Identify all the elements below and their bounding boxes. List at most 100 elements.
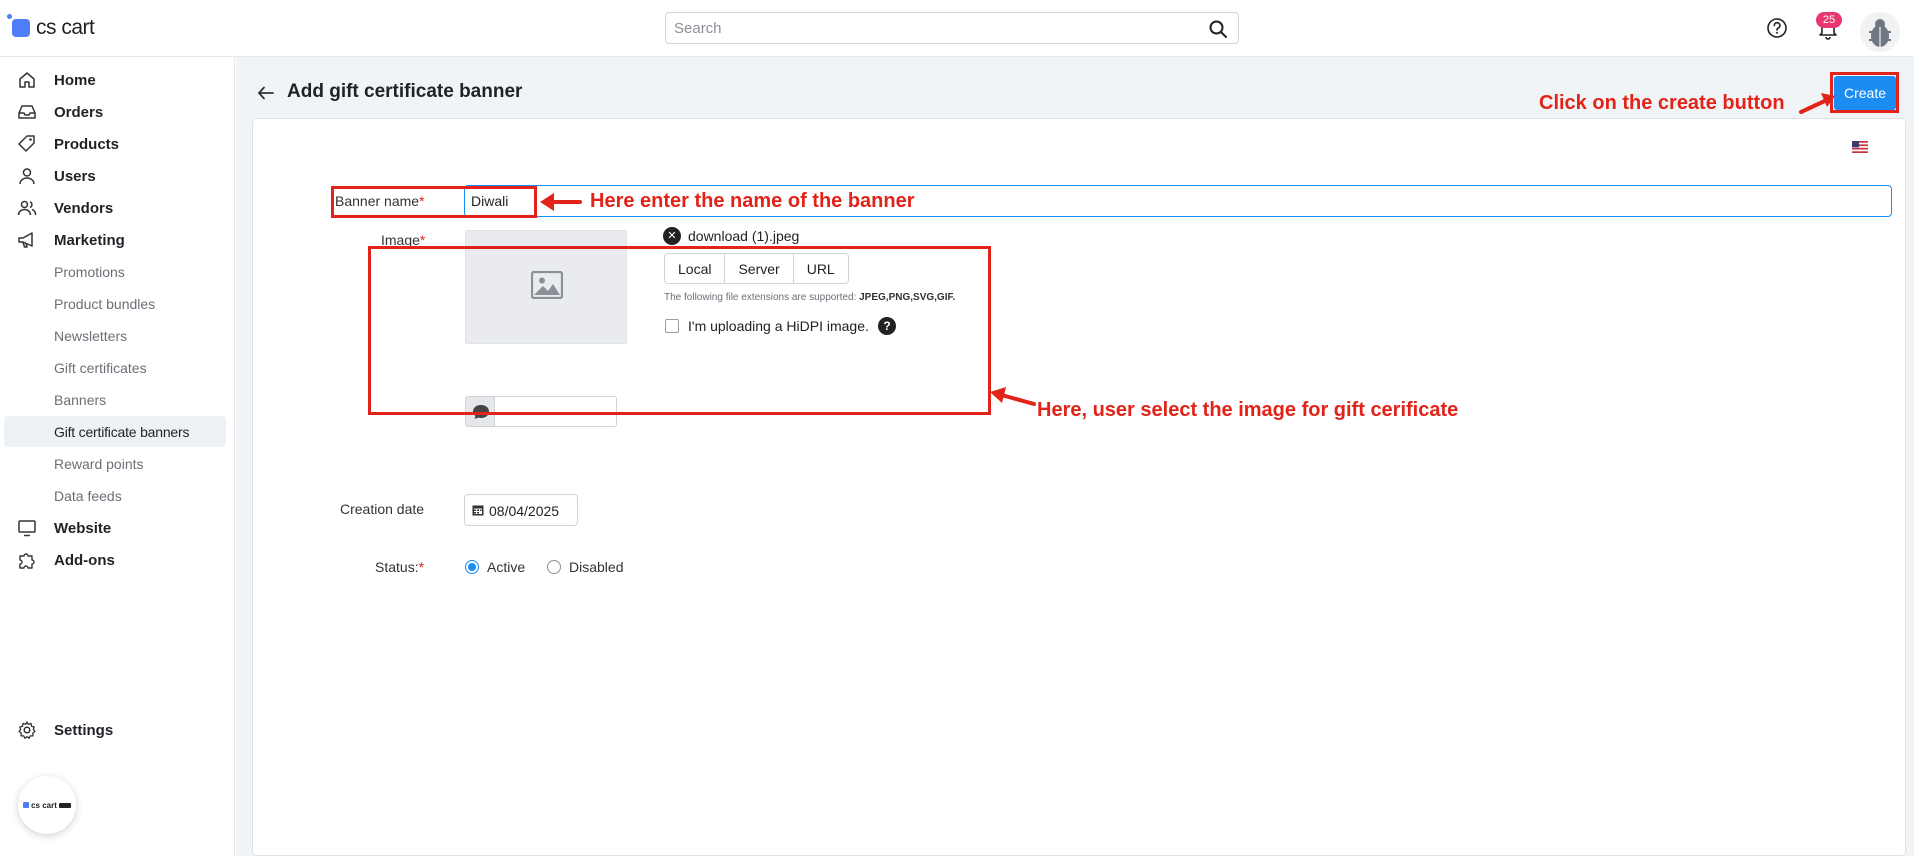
form-card: Banner name* Image* ✕ download (1).jpeg … [252,118,1906,856]
status-disabled-radio[interactable] [547,560,561,574]
logo-mark-icon [23,802,30,808]
comment-icon [473,405,489,419]
sidebar-subitem-label: Product bundles [54,295,156,312]
sidebar-subitem-label: Newsletters [54,327,128,344]
source-url-button[interactable]: URL [793,254,848,283]
sidebar-item-settings[interactable]: Settings [0,715,235,745]
image-preview[interactable] [465,230,627,344]
monitor-icon [18,520,36,537]
logo-mark-icon [7,14,30,37]
sidebar-subitem-label: Promotions [54,263,125,280]
creation-date-value: 08/04/2025 [489,503,560,519]
sidebar-subitem-label: Gift certificate banners [54,423,190,440]
logo[interactable]: cs cart [7,14,95,40]
page-title: Add gift certificate banner [287,81,523,102]
status-disabled-label: Disabled [569,559,624,575]
sidebar-subitem-banners[interactable]: Banners [4,384,226,415]
sidebar-item-website[interactable]: Website [0,513,235,543]
sidebar-subitem-label: Data feeds [54,487,122,504]
sidebar-subitem-gift-certificates[interactable]: Gift certificates [4,352,226,383]
status-active-label: Active [487,559,526,575]
tag-icon [18,135,35,152]
selected-file-name: download (1).jpeg [688,228,800,244]
sidebar-item-add-ons[interactable]: Add-ons [0,545,235,575]
sidebar-subitem-label: Gift certificates [54,359,147,376]
sidebar-item-home[interactable]: Home [0,65,235,95]
sidebar-item-label: Settings [54,721,114,739]
required-mark: * [419,193,425,209]
annotation-text-name: Here enter the name of the banner [590,190,915,212]
sidebar-subitem-data-feeds[interactable]: Data feeds [4,480,226,511]
avatar[interactable] [1860,12,1900,52]
required-mark: * [418,559,425,575]
users-icon [17,200,37,216]
inbox-icon [18,105,36,119]
sidebar-item-label: Products [54,135,120,153]
remove-file-icon[interactable]: ✕ [663,227,681,245]
sidebar-item-label: Home [54,71,96,89]
hidpi-checkbox[interactable] [665,319,679,333]
annotation-text-image: Here, user select the image for gift cer… [1037,399,1459,421]
sidebar-item-label: Marketing [54,231,125,249]
image-placeholder-icon [531,271,563,299]
sidebar-subitem-promotions[interactable]: Promotions [4,256,226,287]
sidebar-item-products[interactable]: Products [0,129,235,159]
status-label-text: Status: [375,559,419,575]
logo-tag-icon [58,802,71,808]
image-label: Image* [381,232,425,248]
image-alt-text-input[interactable] [494,396,617,427]
source-local-button[interactable]: Local [665,254,726,283]
status-label: Status:* [375,559,424,575]
gear-icon [18,721,36,739]
annotation-text-create: Click on the create button [1539,92,1785,114]
sidebar-item-orders[interactable]: Orders [0,97,235,127]
sidebar: Home Orders Products Users Vendors Marke… [0,57,235,856]
status-active-radio[interactable] [465,560,479,574]
annotation-box-create [1830,72,1899,113]
hidpi-label: I'm uploading a HiDPI image. [688,318,869,334]
sidebar-subitem-gift-certificate-banners[interactable]: Gift certificate banners [4,416,226,447]
top-bar: cs cart 25 [0,0,1914,57]
image-label-text: Image [381,232,420,248]
file-extension-hint: The following file extensions are suppor… [664,292,955,303]
sidebar-item-users[interactable]: Users [0,161,235,191]
image-source-selector: Local Server URL [664,253,849,284]
puzzle-icon [19,553,35,569]
banner-name-label-text: Banner name [335,193,420,209]
user-icon [19,168,35,185]
sidebar-subitem-label: Reward points [54,455,144,472]
bottom-logo-text: cs cart [31,800,57,810]
sidebar-item-label: Add-ons [54,551,115,569]
sidebar-item-vendors[interactable]: Vendors [0,193,235,223]
help-icon[interactable]: ? [878,317,896,335]
file-extension-hint-text: The following file extensions are suppor… [664,292,860,303]
search-icon[interactable] [1208,19,1228,39]
source-server-button[interactable]: Server [725,254,794,283]
search-box [665,12,1239,44]
logo-text: cs cart [36,16,95,39]
help-icon[interactable] [1766,17,1788,39]
sidebar-item-label: Users [54,167,96,185]
creation-date-input[interactable]: 08/04/2025 [464,494,578,526]
sidebar-item-label: Orders [54,103,104,121]
us-flag-icon[interactable] [1852,141,1868,153]
sidebar-item-label: Website [54,519,112,537]
notification-badge: 25 [1816,12,1842,28]
megaphone-icon [18,232,33,248]
bottom-logo-button[interactable]: cs cart [18,776,76,834]
creation-date-label: Creation date [340,501,425,517]
sidebar-subitem-product-bundles[interactable]: Product bundles [4,288,226,319]
main-content: Add gift certificate banner Create Banne… [236,57,1914,856]
home-icon [19,72,35,88]
sidebar-item-label: Vendors [54,199,114,217]
required-mark: * [419,232,426,248]
sidebar-subitem-label: Banners [54,391,107,408]
alt-text-icon-box [465,396,495,427]
search-input[interactable] [666,13,1186,43]
sidebar-item-marketing[interactable]: Marketing [0,225,235,255]
avatar-icon [1869,19,1891,47]
sidebar-subitem-newsletters[interactable]: Newsletters [4,320,226,351]
back-arrow-icon[interactable] [256,83,276,103]
calendar-icon [472,505,484,516]
sidebar-subitem-reward-points[interactable]: Reward points [4,448,226,479]
